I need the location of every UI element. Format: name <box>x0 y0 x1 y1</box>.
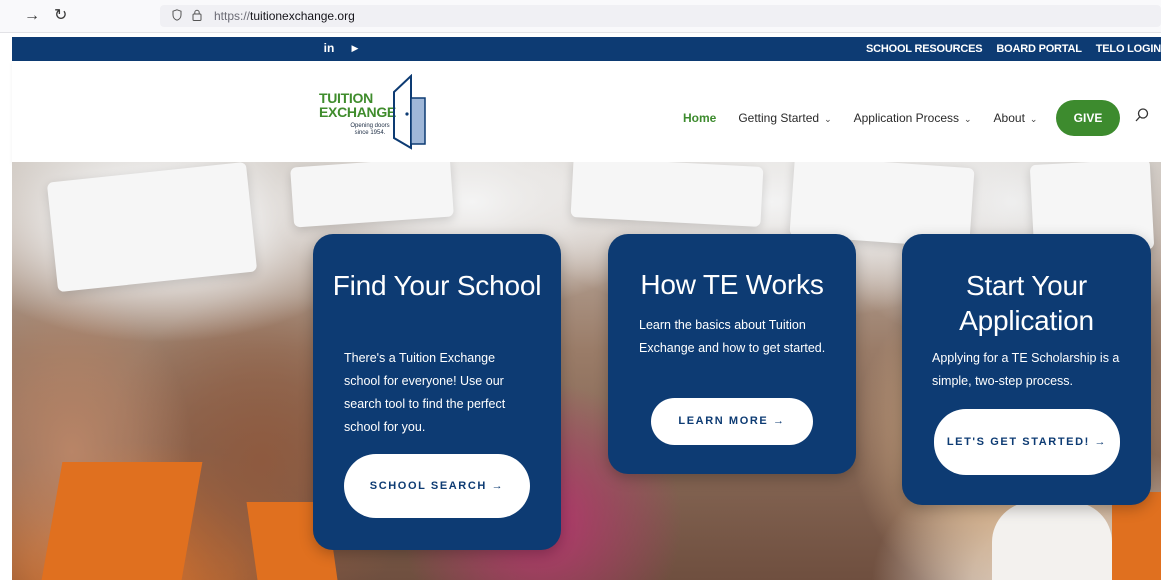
lets-get-started-button[interactable]: LET'S GET STARTED! → <box>934 409 1120 475</box>
card-title: How TE Works <box>640 269 824 300</box>
find-school-card: Find Your School There's a Tuition Excha… <box>313 234 561 550</box>
school-resources-link[interactable]: SCHOOL RESOURCES <box>866 43 983 55</box>
graduation-cap-shape <box>290 162 454 228</box>
url-scheme: https:// <box>214 9 251 23</box>
browser-toolbar: → ↻ https://tuitionexchange.org <box>0 0 1161 33</box>
shield-icon[interactable] <box>172 9 182 21</box>
card-title: Find Your School <box>332 270 542 301</box>
stole-shape <box>1112 492 1161 580</box>
social-links: in ▶ <box>322 41 362 55</box>
site-header: TUITION EXCHANGE Opening doors since 195… <box>12 61 1161 162</box>
youtube-icon[interactable]: ▶ <box>348 41 362 55</box>
learn-more-button[interactable]: LEARN MORE → <box>651 398 813 445</box>
school-search-button[interactable]: SCHOOL SEARCH → <box>344 454 530 518</box>
nav-about-label: About <box>993 111 1025 125</box>
search-icon[interactable] <box>1134 107 1150 123</box>
give-button[interactable]: GIVE <box>1056 100 1120 136</box>
utility-links: SCHOOL RESOURCES BOARD PORTAL TELO LOGIN <box>866 37 1161 61</box>
telo-login-link[interactable]: TELO LOGIN <box>1096 43 1161 55</box>
card-text: There's a Tuition Exchange school for ev… <box>344 351 506 434</box>
main-nav: Home Getting Started ⌄ Application Proces… <box>683 98 1059 138</box>
forward-icon[interactable]: → <box>24 6 40 26</box>
chevron-down-icon: ⌄ <box>824 114 832 124</box>
lock-icon[interactable] <box>192 9 202 21</box>
nav-getting-started-label: Getting Started <box>738 111 820 125</box>
nav-application-process-label: Application Process <box>853 111 959 125</box>
chevron-down-icon: ⌄ <box>1029 114 1038 124</box>
nav-about[interactable]: About ⌄ <box>994 111 1038 125</box>
reload-icon[interactable]: ↻ <box>54 6 67 26</box>
linkedin-icon[interactable]: in <box>322 41 336 55</box>
card-text: Learn the basics about Tuition Exchange … <box>639 318 826 355</box>
how-te-works-card: How TE Works Learn the basics about Tuit… <box>608 234 856 474</box>
top-bar: in ▶ SCHOOL RESOURCES BOARD PORTAL TELO … <box>12 37 1161 61</box>
card-title: Start Your Application <box>959 270 1094 336</box>
logo-tagline: Opening doors since 1954. <box>350 123 390 136</box>
nav-getting-started[interactable]: Getting Started ⌄ <box>738 111 831 125</box>
address-bar[interactable]: https://tuitionexchange.org <box>160 5 1161 27</box>
board-portal-link[interactable]: BOARD PORTAL <box>996 43 1082 55</box>
graduation-cap-shape <box>570 162 764 227</box>
card-text: Applying for a TE Scholarship is a simpl… <box>932 351 1120 388</box>
url-text: https://tuitionexchange.org <box>214 5 355 27</box>
door-logo-icon <box>393 74 426 150</box>
nav-home[interactable]: Home <box>683 111 716 125</box>
url-host: tuitionexchange.org <box>250 9 355 23</box>
hero-banner: Find Your School There's a Tuition Excha… <box>12 162 1161 580</box>
stole-shape <box>41 462 203 580</box>
nav-application-process[interactable]: Application Process ⌄ <box>854 111 972 125</box>
gown-shape <box>992 502 1112 580</box>
start-application-card: Start Your Application Applying for a TE… <box>902 234 1151 505</box>
chevron-down-icon: ⌄ <box>964 114 972 124</box>
graduation-cap-shape <box>46 162 258 293</box>
logo-line-1: TUITION <box>319 90 373 106</box>
site-logo[interactable]: TUITION EXCHANGE Opening doors since 195… <box>319 74 431 150</box>
logo-line-2: EXCHANGE <box>319 104 396 120</box>
